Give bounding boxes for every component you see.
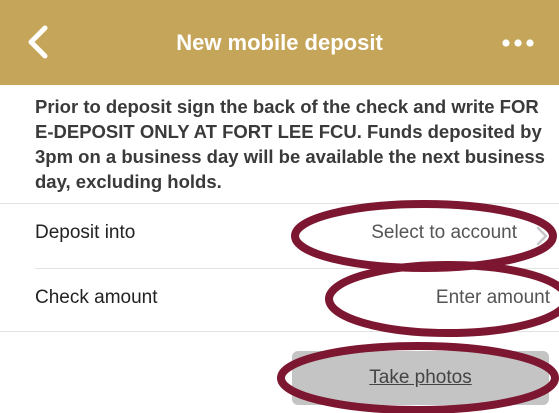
divider [0,203,559,204]
divider [0,331,559,332]
chevron-right-icon [536,226,548,246]
deposit-instructions: Prior to deposit sign the back of the ch… [35,96,545,192]
chevron-left-icon [28,25,48,59]
page-title: New mobile deposit [176,30,383,55]
back-button[interactable] [20,20,60,64]
take-photos-button[interactable]: Take photos [292,351,549,405]
take-photos-label: Take photos [369,367,472,388]
more-horizontal-icon [502,39,534,47]
more-options-button[interactable] [493,26,543,60]
check-amount-input[interactable]: Enter amount [290,287,550,309]
deposit-into-label: Deposit into [35,222,136,243]
mobile-deposit-screen: New mobile deposit Prior to deposit sign… [0,0,559,413]
check-amount-label: Check amount [35,287,158,308]
header-bar: New mobile deposit [0,0,559,85]
deposit-into-value[interactable]: Select to account [257,222,517,244]
